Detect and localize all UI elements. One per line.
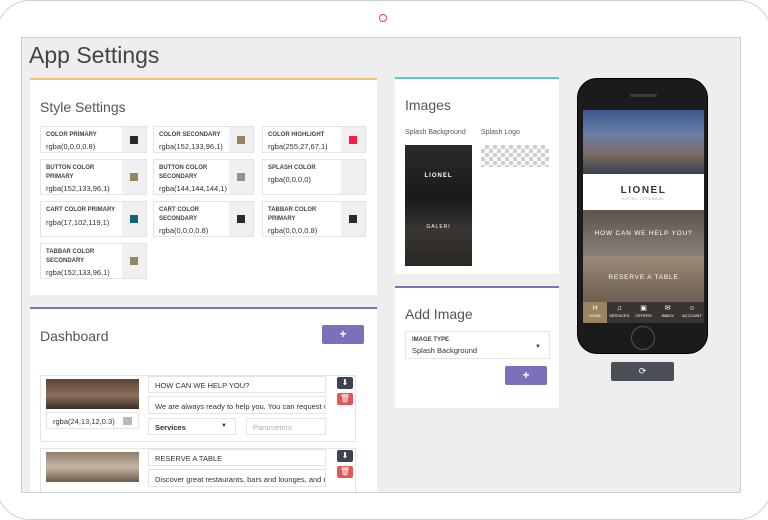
delete-button[interactable]: 🗑 [337, 393, 353, 405]
tab-home[interactable]: H HOME [583, 302, 608, 323]
move-down-button[interactable]: ⬇ [337, 377, 353, 389]
brand-logo: LIONEL HOTEL ISTANBUL [583, 174, 704, 210]
color-swatch[interactable] [130, 257, 138, 265]
refresh-icon: ⟳ [638, 366, 647, 376]
arrow-down-icon: ⬇ [341, 451, 349, 460]
color-secondary-field[interactable]: COLOR SECONDARY rgba(152,133,96,1) [153, 126, 254, 153]
tab-inbox[interactable]: ✉ INBOX [656, 302, 680, 323]
splash-background-label: Splash Background [405, 129, 466, 136]
user-icon: ☺ [688, 305, 696, 312]
splash-logo-label: Splash Logo [481, 129, 520, 136]
tabbar-color-primary-field[interactable]: TABBAR COLOR PRIMARY rgba(0,0,0,0.8) [262, 201, 366, 237]
tab-account[interactable]: ☺ ACCOUNT [680, 302, 704, 323]
trash-icon: 🗑 [339, 394, 351, 403]
add-dashboard-item-button[interactable]: + [322, 325, 364, 344]
dashboard-title: Dashboard [40, 328, 109, 344]
move-down-button[interactable]: ⬇ [337, 450, 353, 462]
dashboard-item-color-field[interactable]: rgba(24,13,12,0.3) [46, 412, 139, 429]
style-settings-title: Style Settings [40, 99, 126, 115]
add-image-title: Add Image [405, 306, 473, 322]
style-settings-panel: Style Settings COLOR PRIMARY rgba(0,0,0,… [30, 78, 377, 295]
refresh-preview-button[interactable]: ⟳ [611, 362, 674, 381]
add-image-button[interactable]: + [505, 366, 547, 385]
tab-services[interactable]: ♫ SERVICES [607, 302, 631, 323]
phone-speaker [630, 94, 657, 97]
add-image-panel: Add Image IMAGE TYPE Splash Background ▼… [395, 286, 559, 408]
dashboard-item-parameters-input[interactable]: Parameters [246, 418, 326, 435]
button-color-secondary-field[interactable]: BUTTON COLOR SECONDARY rgba(144,144,144,… [153, 159, 254, 195]
color-swatch[interactable] [349, 215, 357, 223]
color-swatch[interactable] [349, 135, 357, 144]
caret-down-icon: ▼ [535, 344, 541, 350]
cart-color-secondary-field[interactable]: CART COLOR SECONDARY rgba(0,0,0,0.8) [153, 201, 254, 237]
image-type-select[interactable]: IMAGE TYPE Splash Background ▼ [405, 331, 550, 359]
splash-color-field[interactable]: SPLASH COLOR rgba(0,0,0,0) [262, 159, 366, 195]
dashboard-item: RESERVE A TABLE Discover great restauran… [40, 448, 356, 492]
color-swatch[interactable] [341, 160, 365, 194]
phone-screen: LIONEL HOTEL ISTANBUL HOW CAN WE HELP YO… [583, 110, 704, 323]
reserve-tile[interactable]: RESERVE A TABLE [583, 256, 704, 302]
color-primary-field[interactable]: COLOR PRIMARY rgba(0,0,0,0.8) [40, 126, 147, 153]
color-swatch[interactable] [123, 417, 132, 425]
tabbar-color-secondary-field[interactable]: TABBAR COLOR SECONDARY rgba(152,133,96,1… [40, 243, 147, 279]
bell-icon: ♫ [616, 305, 622, 312]
home-icon: H [592, 305, 598, 312]
dashboard-item-image[interactable] [46, 452, 139, 482]
color-swatch[interactable] [130, 215, 138, 223]
mail-icon: ✉ [664, 305, 671, 312]
dashboard-item-title-input[interactable]: RESERVE A TABLE [148, 449, 326, 466]
color-swatch[interactable] [237, 173, 245, 181]
dashboard-item: rgba(24,13,12,0.3) HOW CAN WE HELP YOU? … [40, 375, 356, 442]
phone-preview: LIONEL HOTEL ISTANBUL HOW CAN WE HELP YO… [577, 78, 708, 354]
splash-logo-image[interactable] [481, 145, 549, 167]
trash-icon: 🗑 [339, 467, 351, 476]
hotel-hero-image [583, 110, 704, 174]
page-title: App Settings [29, 42, 160, 68]
dashboard-item-description-input[interactable]: Discover great restaurants, bars and lou… [148, 469, 326, 487]
color-swatch[interactable] [130, 173, 138, 181]
dashboard-item-image[interactable] [46, 379, 139, 409]
color-swatch[interactable] [237, 215, 245, 223]
tab-bar: H HOME ♫ SERVICES ▣ OFFERS ✉ INBOX ☺ ACCOUNT [583, 302, 704, 323]
color-swatch[interactable] [237, 135, 245, 144]
color-highlight-field[interactable]: COLOR HIGHLIGHT rgba(255,27,67,1) [262, 126, 366, 153]
delete-button[interactable]: 🗑 [337, 466, 353, 478]
splash-background-image[interactable]: LIONEL GALERI [405, 145, 472, 266]
dashboard-item-description-input[interactable]: We are always ready to help you. You can… [148, 396, 326, 414]
dashboard-panel: Dashboard + rgba(24,13,12,0.3) HOW CAN W… [30, 307, 377, 492]
arrow-down-icon: ⬇ [341, 378, 349, 387]
camera-dot [379, 14, 387, 22]
images-panel: Images Splash Background Splash Logo LIO… [395, 77, 559, 274]
dashboard-item-title-input[interactable]: HOW CAN WE HELP YOU? [148, 376, 326, 393]
gift-icon: ▣ [640, 305, 647, 312]
tab-offers[interactable]: ▣ OFFERS [631, 302, 655, 323]
images-title: Images [405, 97, 451, 113]
phone-home-button [631, 326, 655, 350]
cart-color-primary-field[interactable]: CART COLOR PRIMARY rgba(17,102,119,1) [40, 201, 147, 237]
dashboard-item-type-select[interactable]: Services ▼ [148, 418, 236, 435]
color-swatch[interactable] [130, 135, 138, 144]
caret-down-icon: ▼ [221, 423, 227, 429]
button-color-primary-field[interactable]: BUTTON COLOR PRIMARY rgba(152,133,96,1) [40, 159, 147, 195]
help-tile[interactable]: HOW CAN WE HELP YOU? [583, 210, 704, 256]
